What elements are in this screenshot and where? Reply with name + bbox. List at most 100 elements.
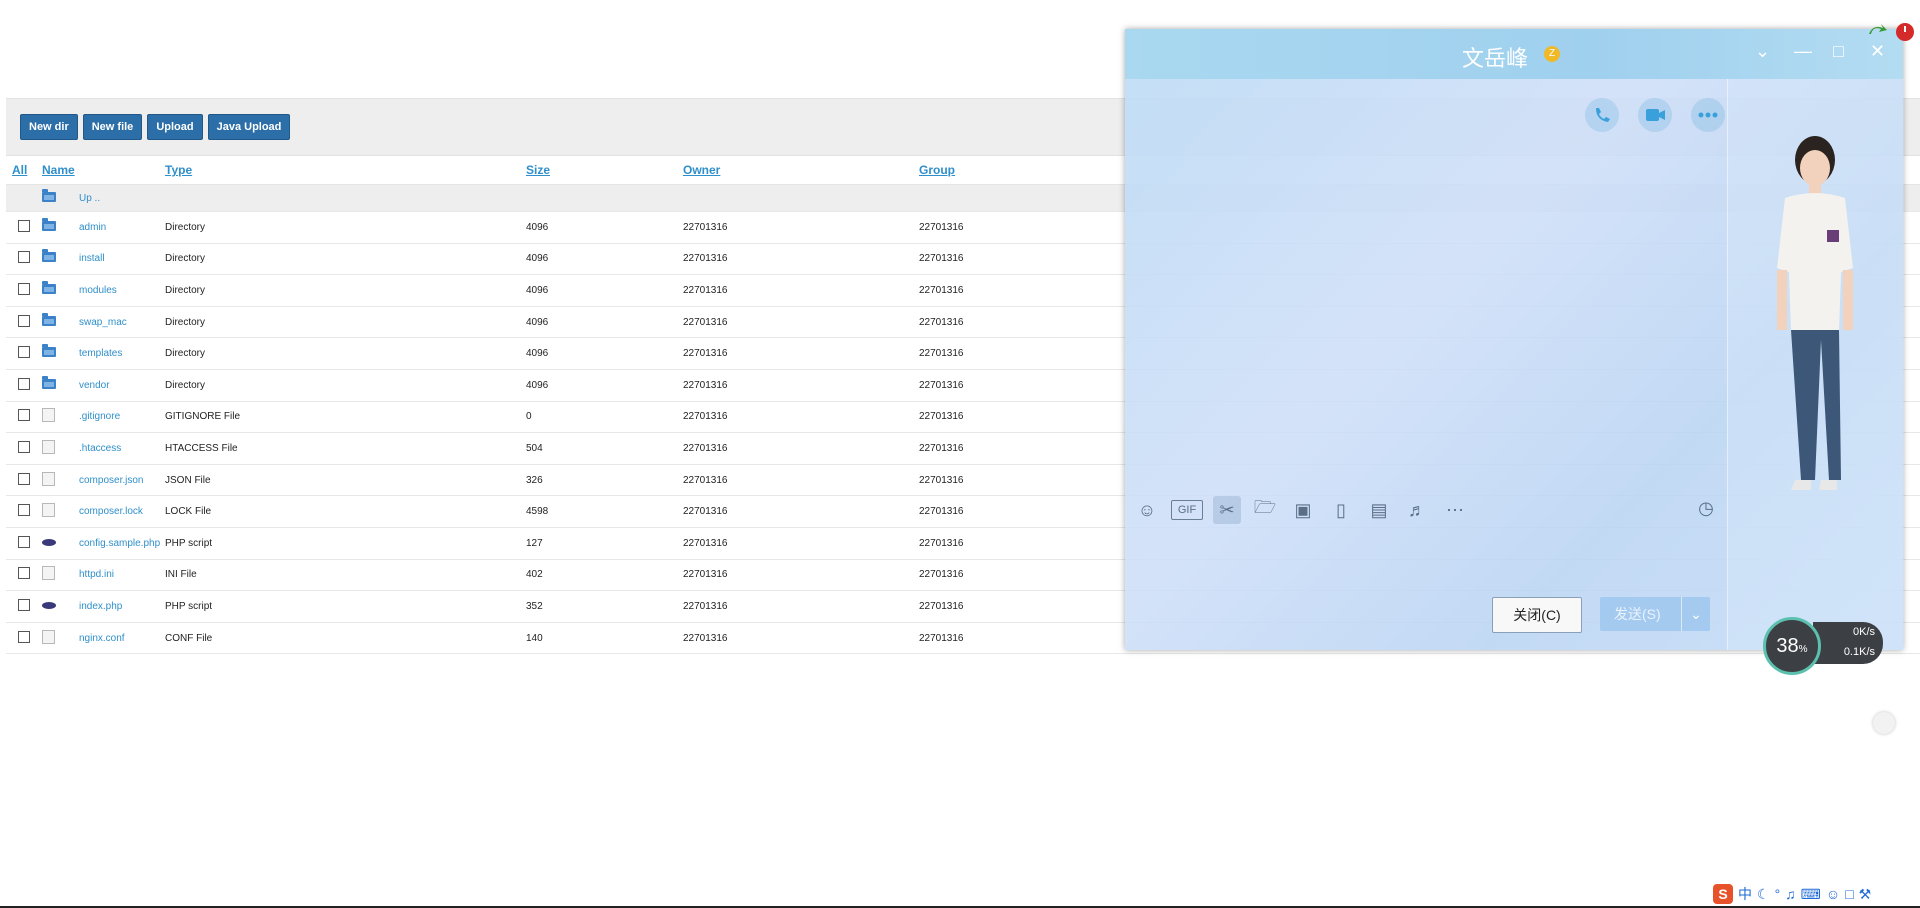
user-icon[interactable]: ☺ [1826,886,1840,902]
microphone-icon[interactable]: ♫ [1785,886,1796,902]
file-name-link[interactable]: index.php [79,601,165,612]
file-name-link[interactable]: config.sample.php [79,538,165,549]
clock-icon[interactable]: ◷ [1692,494,1720,522]
row-checkbox[interactable] [18,630,30,643]
file-group: 22701316 [919,284,964,296]
file-size: 402 [526,569,543,581]
memory-percent: 38 [1776,635,1799,657]
sogou-logo-icon[interactable]: S [1713,884,1733,904]
file-name-link[interactable]: .htaccess [79,443,165,454]
sort-size-link[interactable]: Size [526,163,550,177]
keyboard-icon[interactable]: ⌨ [1801,886,1821,903]
row-checkbox[interactable] [18,282,30,295]
file-name-link[interactable]: nginx.conf [79,633,165,644]
upload-button[interactable]: Upload [147,114,203,140]
folder-icon[interactable]: 🗁 [1251,496,1279,524]
row-checkbox[interactable] [18,219,30,232]
file-size: 352 [526,600,543,612]
file-icon [42,566,55,581]
file-icon [42,629,55,644]
ime-toolbar: S 中 ☾ ° ♫ ⌨ ☺ □ ⚒ [1709,882,1920,906]
file-icon [42,408,55,423]
emoji-icon[interactable]: ☺ [1133,496,1161,524]
file-type: LOCK File [165,506,212,518]
row-checkbox[interactable] [18,377,30,390]
file-group: 22701316 [919,253,964,265]
file-name-link[interactable]: modules [79,285,165,296]
row-checkbox[interactable] [18,409,30,422]
close-icon[interactable]: ✕ [1870,41,1885,62]
skin-icon[interactable]: □ [1845,886,1853,902]
file-size: 4096 [526,379,549,391]
file-name-link[interactable]: httpd.ini [79,569,165,580]
sort-name-link[interactable]: Name [42,163,75,177]
file-owner: 22701316 [683,316,728,328]
row-checkbox[interactable] [18,251,30,264]
file-group: 22701316 [919,537,964,549]
row-checkbox[interactable] [18,472,30,485]
file-size: 4598 [526,506,549,518]
gif-icon[interactable]: GIF [1171,500,1203,520]
file-name-link[interactable]: composer.json [79,475,165,486]
java-upload-button[interactable]: Java Upload [207,114,291,140]
close-chat-button[interactable]: 关闭(C) [1492,597,1582,633]
punctuation-icon[interactable]: ° [1775,886,1781,902]
file-owner: 22701316 [683,537,728,549]
more-icon[interactable]: ⋯ [1441,496,1469,524]
file-name-link[interactable]: admin [79,222,165,233]
file-type: Directory [165,284,206,296]
file-name-link[interactable]: composer.lock [79,506,165,517]
row-checkbox[interactable] [18,314,30,327]
file-type: GITIGNORE File [165,411,241,423]
file-size: 504 [526,442,543,454]
up-link[interactable]: Up .. [79,193,165,204]
file-type: Directory [165,221,206,233]
red-packet-icon[interactable]: ▤ [1365,496,1393,524]
new-file-button[interactable]: New file [82,114,143,140]
ime-mode-toggle[interactable]: 中 [1738,884,1752,904]
file-owner: 22701316 [683,379,728,391]
sort-group-link[interactable]: Group [919,163,955,177]
new-dir-button[interactable]: New dir [20,114,78,140]
file-owner: 22701316 [683,506,728,518]
wrench-icon[interactable]: ⚒ [1859,886,1872,903]
image-icon[interactable]: ▣ [1289,496,1317,524]
file-name-link[interactable]: templates [79,348,165,359]
network-monitor[interactable]: 0K/s 0.1K/s 38% [1763,617,1883,675]
scroll-up-button[interactable] [1873,712,1895,734]
video-call-icon[interactable] [1638,98,1672,132]
file-name-link[interactable]: swap_mac [79,317,165,328]
chat-title-bar[interactable]: 文岳峰 Z ⌄ — □ ✕ [1125,29,1903,79]
file-name-link[interactable]: .gitignore [79,411,165,422]
refresh-arrow-icon [1869,24,1887,34]
row-checkbox[interactable] [18,598,30,611]
send-button[interactable]: 发送(S) ⌄ [1600,597,1710,631]
row-checkbox[interactable] [18,535,30,548]
scissors-icon[interactable]: ✂ [1213,496,1241,524]
row-checkbox[interactable] [18,440,30,453]
send-options-chevron-icon[interactable]: ⌄ [1681,597,1710,631]
music-icon[interactable]: ♬ [1403,496,1431,524]
chevron-down-icon[interactable]: ⌄ [1755,41,1770,62]
moon-icon[interactable]: ☾ [1757,886,1770,903]
folder-icon [42,217,56,231]
minimize-icon[interactable]: — [1794,41,1812,62]
row-checkbox[interactable] [18,504,30,517]
maximize-icon[interactable]: □ [1833,41,1844,62]
more-options-icon[interactable] [1691,98,1725,132]
file-name-link[interactable]: install [79,253,165,264]
file-size: 140 [526,632,543,644]
row-checkbox[interactable] [18,346,30,359]
file-group: 22701316 [919,506,964,518]
sort-type-link[interactable]: Type [165,163,192,177]
file-owner: 22701316 [683,474,728,486]
file-group: 22701316 [919,411,964,423]
row-checkbox[interactable] [18,567,30,580]
folder-icon [42,344,56,358]
select-all-link[interactable]: All [12,163,27,177]
shake-icon[interactable]: ▯ [1327,496,1355,524]
sort-owner-link[interactable]: Owner [683,163,720,177]
phone-call-icon[interactable] [1585,98,1619,132]
file-icon [42,471,55,486]
file-name-link[interactable]: vendor [79,380,165,391]
